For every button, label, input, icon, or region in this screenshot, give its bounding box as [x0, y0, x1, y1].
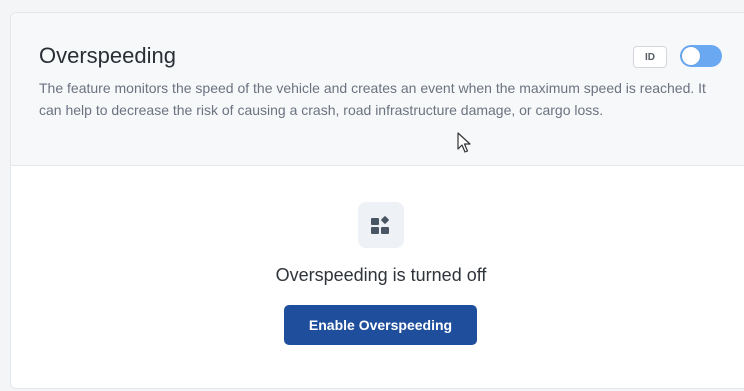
enable-overspeeding-button[interactable]: Enable Overspeeding: [284, 305, 477, 345]
status-text: Overspeeding is turned off: [275, 265, 487, 285]
id-chip[interactable]: ID: [633, 46, 667, 68]
overspeeding-card: Overspeeding ID The feature monitors the…: [10, 12, 744, 389]
feature-toggle[interactable]: [680, 45, 722, 67]
toggle-knob: [682, 47, 700, 65]
feature-blocks-icon: [358, 202, 404, 248]
mouse-cursor-icon: [457, 132, 471, 153]
feature-description: The feature monitors the speed of the ve…: [39, 80, 706, 118]
card-header: Overspeeding ID The feature monitors the…: [11, 13, 744, 166]
card-title: Overspeeding: [39, 43, 176, 68]
